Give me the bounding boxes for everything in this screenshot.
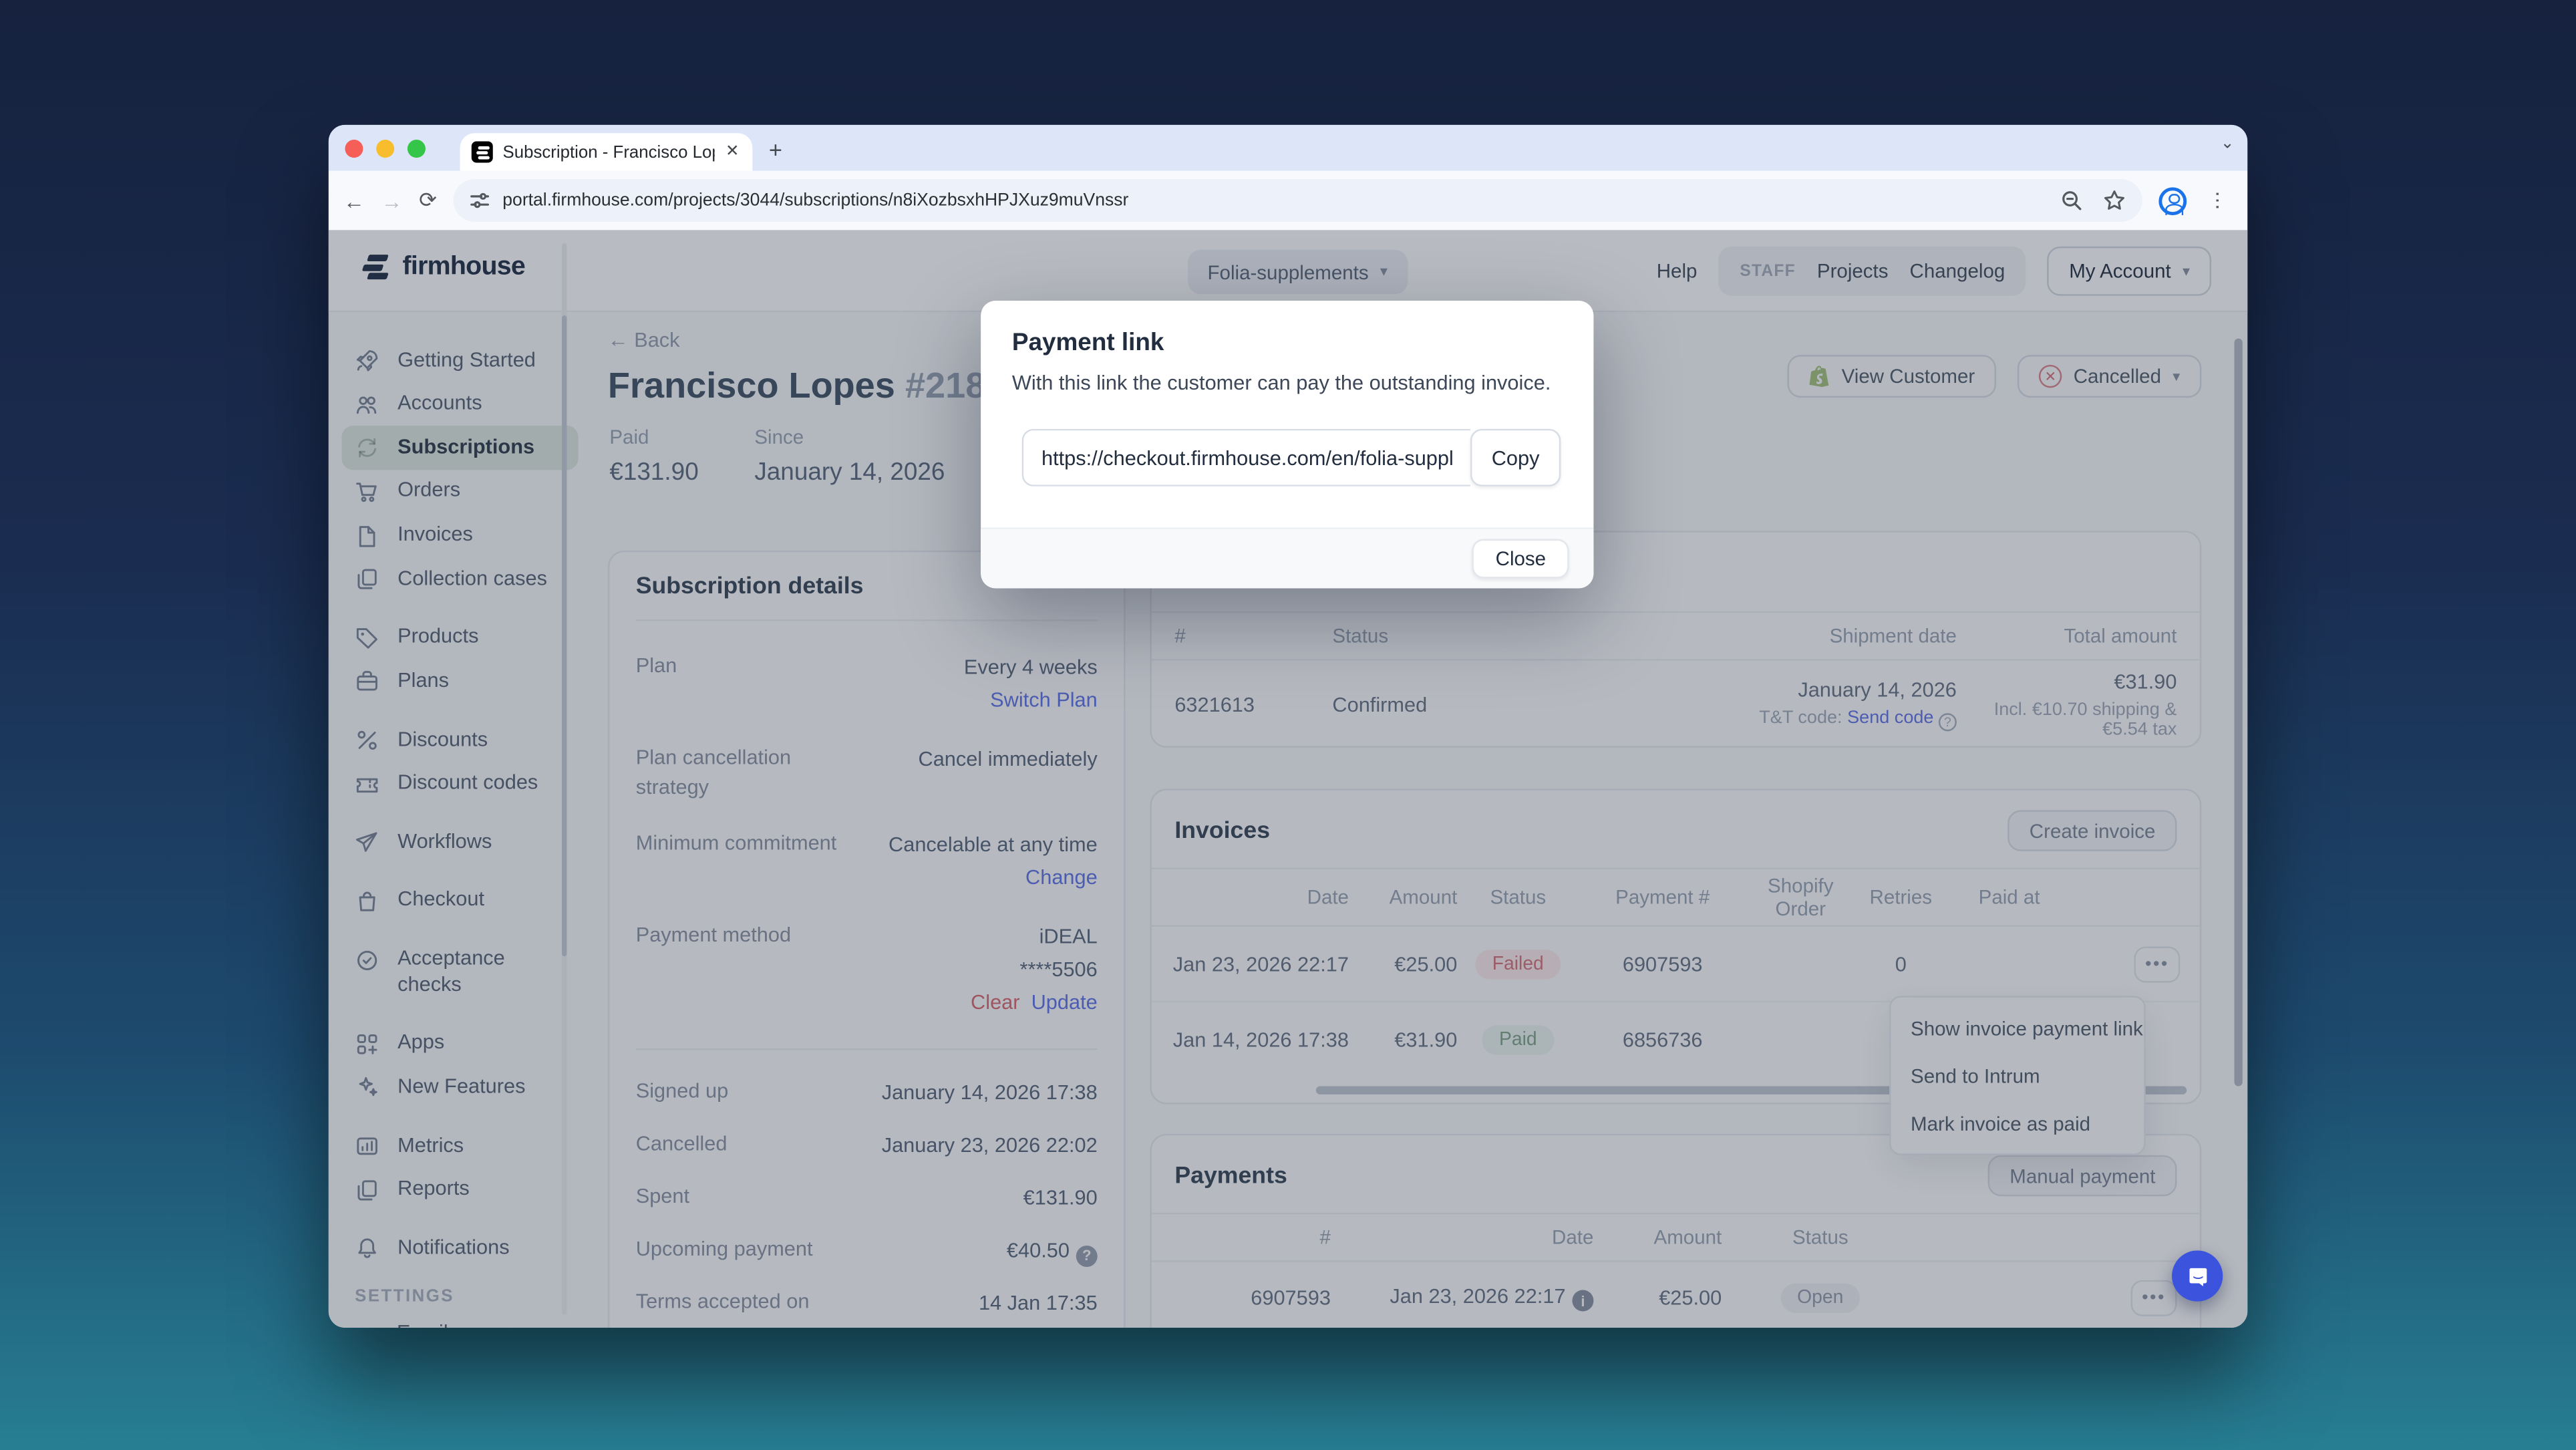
browser-window: Subscription - Francisco Lope ✕ + ⌄ ← → … bbox=[328, 124, 2248, 1328]
payment-link-modal: Payment link With this link the customer… bbox=[981, 301, 1594, 589]
tune-icon bbox=[470, 192, 489, 208]
window-controls[interactable] bbox=[345, 140, 426, 158]
reload-icon[interactable]: ⟳ bbox=[419, 187, 437, 213]
copy-button[interactable]: Copy bbox=[1470, 428, 1561, 486]
zoom-out-icon[interactable] bbox=[2060, 189, 2083, 212]
tab-strip: Subscription - Francisco Lope ✕ + ⌄ bbox=[328, 124, 2248, 171]
close-button[interactable]: Close bbox=[1472, 539, 1569, 579]
firmhouse-favicon-icon bbox=[471, 141, 493, 163]
tab-title: Subscription - Francisco Lope bbox=[502, 142, 714, 162]
url-text: portal.firmhouse.com/projects/3044/subsc… bbox=[502, 190, 1129, 210]
close-window-button[interactable] bbox=[345, 140, 363, 158]
forward-icon[interactable]: → bbox=[381, 188, 403, 213]
tab-close-icon[interactable]: ✕ bbox=[724, 143, 742, 161]
payment-link-input[interactable] bbox=[1021, 428, 1470, 486]
modal-footer: Close bbox=[981, 527, 1594, 589]
new-tab-button[interactable]: + bbox=[769, 136, 782, 162]
intercom-chat-button[interactable] bbox=[2172, 1250, 2223, 1302]
bookmark-star-icon[interactable] bbox=[2103, 189, 2126, 212]
minimize-window-button[interactable] bbox=[376, 140, 395, 158]
modal-body-text: With this link the customer can pay the … bbox=[1011, 371, 1551, 395]
chat-bubble-icon bbox=[2189, 1267, 2207, 1286]
address-bar[interactable]: portal.firmhouse.com/projects/3044/subsc… bbox=[453, 179, 2142, 222]
browser-toolbar: ← → ⟳ portal.firmhouse.com/projects/3044… bbox=[328, 170, 2248, 231]
browser-menu-icon[interactable]: ⋯ bbox=[2207, 190, 2229, 210]
tab-search-chevron-icon[interactable]: ⌄ bbox=[2221, 135, 2235, 153]
back-icon[interactable]: ← bbox=[343, 188, 365, 213]
maximize-window-button[interactable] bbox=[407, 140, 426, 158]
profile-avatar-icon[interactable] bbox=[2158, 186, 2187, 215]
browser-tab[interactable]: Subscription - Francisco Lope ✕ bbox=[460, 133, 753, 171]
modal-title: Payment link bbox=[1011, 328, 1164, 357]
